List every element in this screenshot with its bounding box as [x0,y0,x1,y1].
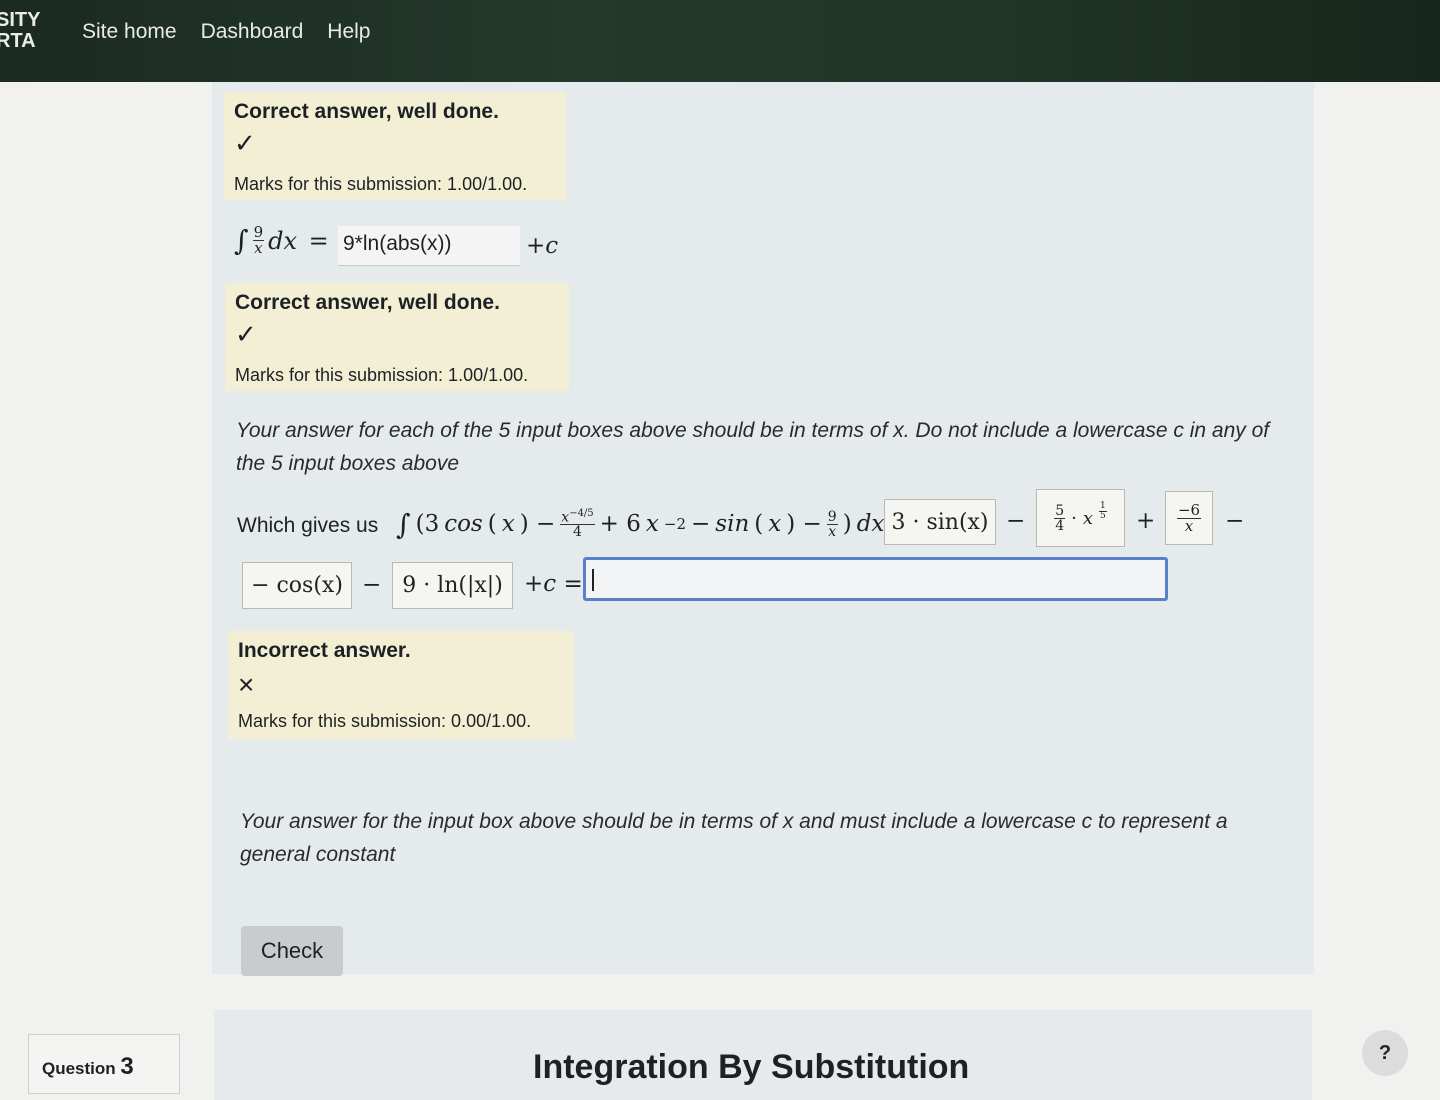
minus-sign: − [1006,508,1026,534]
question-label: Question 3 [42,1053,134,1081]
brand-line-1: SITY [0,9,41,31]
feedback-marks: Marks for this submission: 0.00/1.00. [238,711,532,731]
brand-line-2: RTA [0,30,36,52]
answer-box-power[interactable]: 54 · x 15 [1036,489,1125,547]
feedback-title: Incorrect answer. [238,639,411,662]
feedback-marks: Marks for this submission: 1.00/1.00. [234,174,528,194]
answer-box-cos[interactable]: − cos(x) [242,562,352,609]
feedback-title: Correct answer, well done. [235,291,500,314]
nav-menu: Site home Dashboard Help [82,20,371,44]
nav-dashboard[interactable]: Dashboard [201,20,304,44]
check-button[interactable]: Check [241,926,343,976]
answer-box-fraction[interactable]: −6 x [1165,491,1213,545]
check-mark-icon: ✓ [235,319,257,349]
answer-box-sin[interactable]: 3 · sin(x) [884,499,996,545]
answer-input-1[interactable]: 9*ln(abs(x)) [338,226,520,266]
text-caret [592,569,594,591]
check-mark-icon: ✓ [234,128,256,158]
plus-constant-label: +c [526,233,559,259]
feedback-marks: Marks for this submission: 1.00/1.00. [235,365,529,385]
instruction-note-final-box: Your answer for the input box above shou… [240,810,1228,866]
question-info-tab: Question 3 [28,1034,180,1094]
plus-sign: + [1136,508,1156,534]
feedback-correct-1: Correct answer, well done. ✓ Marks for t… [224,92,566,200]
feedback-title: Correct answer, well done. [234,100,499,123]
instruction-note-five-boxes: Your answer for each of the 5 input boxe… [236,419,1270,475]
integral-expression-2: ∫ (3 cos(x) − x−4/5 4 + 6 x −2 − sin(x) − 9x )… [396,507,909,541]
plus-c-equals: +c = [524,571,583,597]
which-gives-label: Which gives us [237,514,379,537]
nav-help[interactable]: Help [327,20,370,44]
question-label-text: Question [42,1059,116,1078]
site-logo[interactable]: SITY RTA [0,10,40,52]
cross-icon: × [238,669,255,700]
help-icon[interactable]: ? [1362,1030,1408,1076]
minus-sign: − [1225,508,1245,534]
feedback-correct-2: Correct answer, well done. ✓ Marks for t… [225,283,569,391]
minus-sign: − [362,572,382,598]
feedback-incorrect: Incorrect answer. × Marks for this submi… [228,631,574,739]
answer-box-ln[interactable]: 9 · ln(|x|) [392,562,513,609]
final-answer-input[interactable] [583,557,1168,601]
section-title: Integration By Substitution [533,1048,970,1086]
nav-site-home[interactable]: Site home [82,20,177,44]
top-navbar: SITY RTA Site home Dashboard Help [0,0,1440,82]
question-number: 3 [120,1053,134,1080]
integral-expression-1: ∫ 9x dx = [234,223,329,257]
